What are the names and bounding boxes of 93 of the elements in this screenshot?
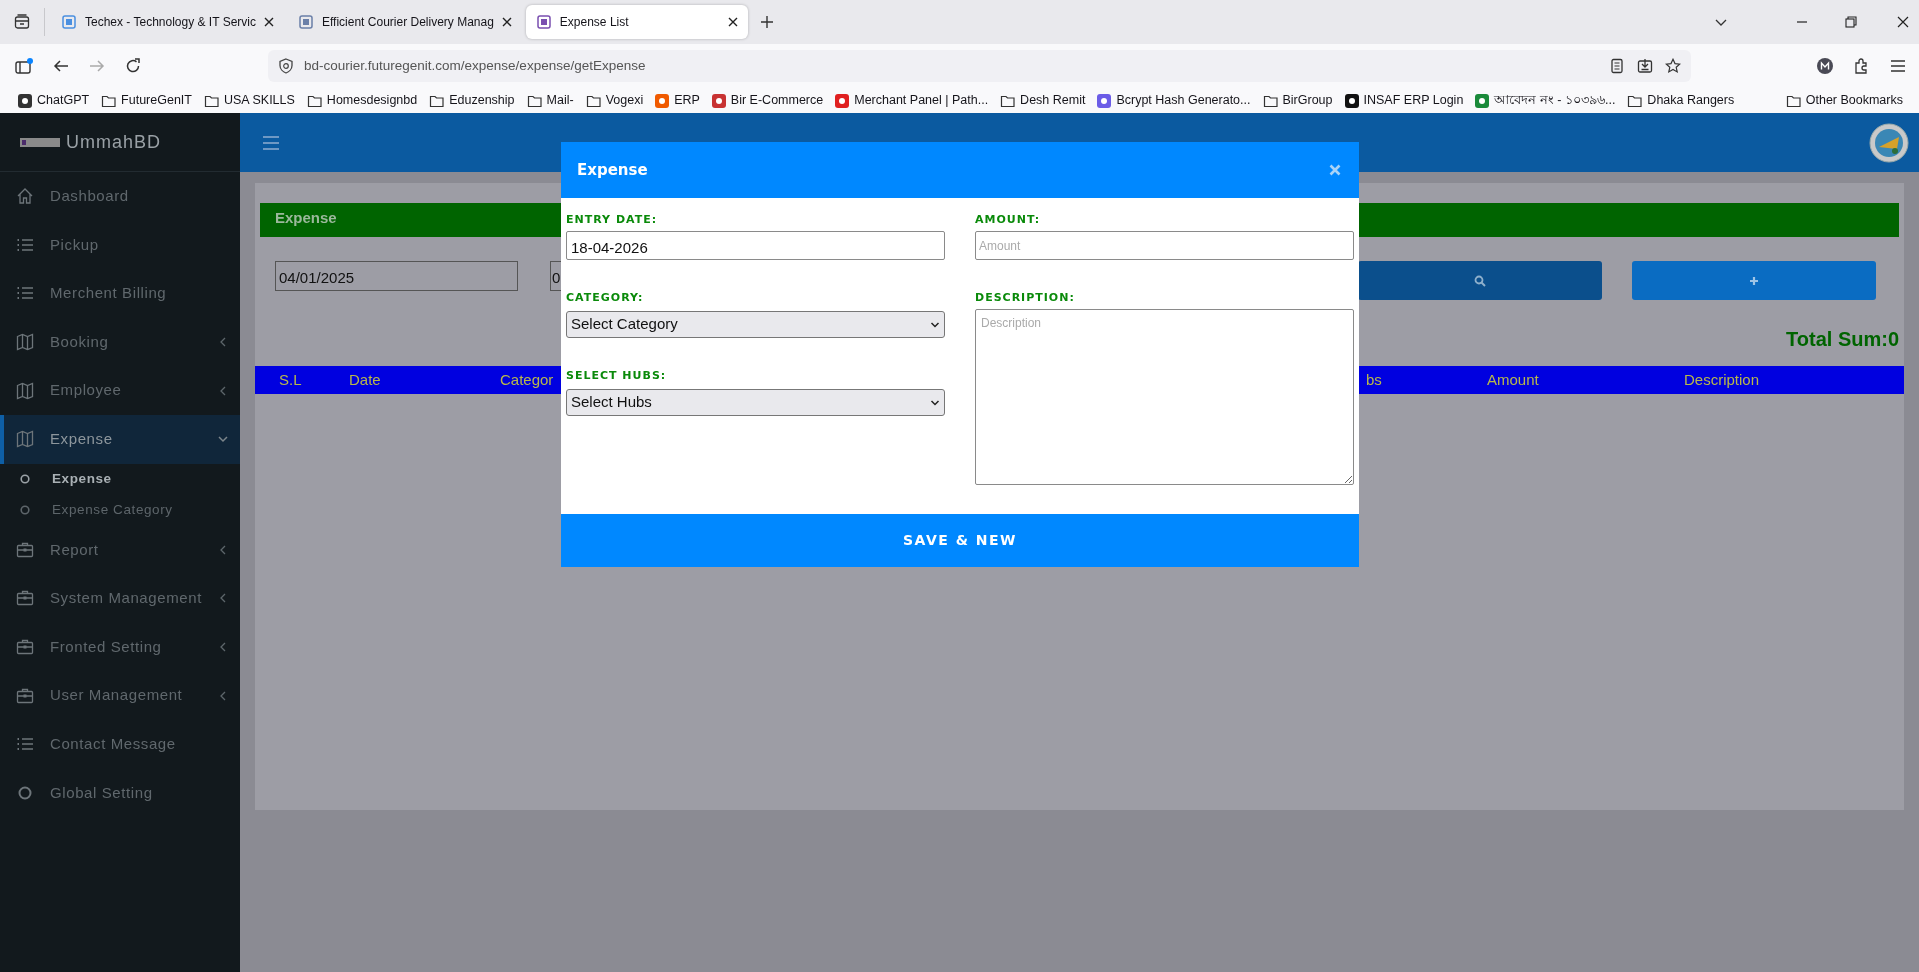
site-icon bbox=[535, 14, 552, 30]
bookmark[interactable]: Vogexi bbox=[579, 89, 650, 112]
folder-icon bbox=[1785, 93, 1801, 108]
restore-icon[interactable] bbox=[1845, 16, 1857, 28]
logo-icon bbox=[20, 137, 60, 147]
sidebar-icon[interactable] bbox=[15, 58, 33, 74]
bookmark[interactable]: Merchant Panel | Path... bbox=[829, 89, 995, 112]
shield-icon bbox=[278, 58, 294, 74]
site-icon bbox=[61, 14, 77, 30]
column-header: S.L bbox=[279, 370, 302, 388]
modal-title: Expense bbox=[577, 159, 648, 181]
bookmark[interactable]: Other Bookmarks bbox=[1779, 89, 1909, 112]
briefcase-icon bbox=[16, 686, 34, 705]
submenu-item[interactable]: Expense bbox=[0, 463, 240, 495]
column-header: Categor bbox=[500, 370, 554, 388]
date-field[interactable]: 18-04-2026 bbox=[566, 231, 945, 260]
tab-title: Expense List bbox=[559, 14, 630, 31]
column-header: Description bbox=[1684, 370, 1760, 388]
folder-icon bbox=[1627, 93, 1643, 108]
browser-tab[interactable]: Efficient Courier Delivery Manag bbox=[288, 5, 522, 39]
amount-field[interactable]: Amount bbox=[975, 231, 1354, 260]
home-icon bbox=[16, 187, 34, 206]
bookmark[interactable]: INSAF ERP Login bbox=[1338, 89, 1470, 112]
tab-list-icon[interactable] bbox=[14, 14, 30, 30]
folder-icon bbox=[585, 93, 601, 108]
field-label: SELECT HUBS: bbox=[566, 368, 668, 384]
close-icon[interactable] bbox=[1897, 16, 1909, 28]
reader-view-icon[interactable] bbox=[1609, 58, 1625, 74]
map-icon bbox=[16, 430, 34, 449]
column-header: Date bbox=[349, 370, 381, 388]
bookmark[interactable]: Eduzenship bbox=[423, 89, 521, 112]
tab-title: Techex - Technology & IT Servic bbox=[85, 14, 256, 31]
site-icon bbox=[298, 14, 314, 30]
close-icon[interactable] bbox=[501, 17, 512, 27]
back-icon[interactable] bbox=[53, 58, 69, 74]
bookmark[interactable]: FutureGenIT bbox=[95, 89, 198, 112]
description-field[interactable]: Description bbox=[975, 309, 1354, 485]
briefcase-icon bbox=[16, 638, 34, 657]
reload-icon[interactable] bbox=[125, 58, 141, 74]
search-icon bbox=[1474, 274, 1486, 287]
select-field[interactable]: Select Category bbox=[566, 311, 945, 338]
field-label: AMOUNT: bbox=[975, 212, 1042, 228]
sidebar-item[interactable]: Expense bbox=[0, 414, 240, 464]
briefcase-icon bbox=[16, 589, 34, 608]
folder-icon bbox=[306, 93, 322, 108]
folder-icon bbox=[526, 93, 542, 108]
browser-tab[interactable]: Techex - Technology & IT Servic bbox=[51, 5, 284, 39]
account-icon[interactable] bbox=[1817, 58, 1833, 74]
circle-icon bbox=[20, 474, 30, 485]
field-label: ENTRY DATE: bbox=[566, 212, 659, 228]
bookmark[interactable]: Bcrypt Hash Generato... bbox=[1091, 89, 1257, 112]
bookmark[interactable]: Desh Remit bbox=[994, 89, 1092, 112]
browser-tab[interactable]: Expense List bbox=[525, 5, 748, 39]
date-field[interactable]: 04/01/2025 bbox=[275, 261, 518, 291]
bookmark[interactable]: USA SKILLS bbox=[198, 89, 301, 112]
extensions-icon[interactable] bbox=[1853, 58, 1869, 74]
address-bar[interactable]: bd-courier.futuregenit.com/expense/expense/getExpense bbox=[268, 50, 1691, 82]
save-and-new-button[interactable]: SAVE & NEW bbox=[561, 514, 1359, 567]
map-icon bbox=[16, 381, 34, 400]
bookmark[interactable]: ERP bbox=[649, 89, 706, 112]
close-icon[interactable] bbox=[727, 17, 738, 27]
folder-icon bbox=[101, 93, 117, 108]
circle-icon bbox=[20, 505, 30, 516]
avatar-icon[interactable] bbox=[1869, 122, 1909, 163]
close-icon[interactable] bbox=[264, 17, 274, 27]
menu-icon[interactable] bbox=[1890, 59, 1906, 73]
bookmark[interactable]: আবেদন নং - ১০৩৯৬... bbox=[1469, 89, 1622, 112]
field-label: CATEGORY: bbox=[566, 290, 645, 306]
bookmark[interactable]: ChatGPT bbox=[12, 89, 96, 112]
bookmark[interactable]: BirGroup bbox=[1256, 89, 1339, 112]
map-icon bbox=[16, 333, 34, 352]
folder-icon bbox=[1000, 93, 1016, 108]
folder-icon bbox=[1262, 93, 1278, 108]
bookmark[interactable]: Mail- bbox=[520, 89, 580, 112]
total-sum: Total Sum:0 bbox=[1786, 327, 1899, 352]
field-label: DESCRIPTION: bbox=[975, 290, 1076, 306]
new-tab-icon[interactable] bbox=[759, 15, 774, 29]
column-header: bs bbox=[1366, 370, 1382, 388]
column-header: Amount bbox=[1487, 370, 1539, 388]
bookmark[interactable]: Homesdesignbd bbox=[300, 89, 424, 112]
star-icon[interactable] bbox=[1665, 58, 1681, 74]
plus-icon bbox=[1749, 275, 1759, 286]
briefcase-icon bbox=[16, 540, 34, 559]
select-field[interactable]: Select Hubs bbox=[566, 389, 945, 416]
forward-icon bbox=[89, 58, 105, 74]
brand-name: UmmahBD bbox=[66, 130, 161, 154]
url-text: bd-courier.futuregenit.com/expense/expense/getExpense bbox=[304, 56, 646, 75]
folder-icon bbox=[204, 93, 219, 108]
folder-icon bbox=[429, 93, 445, 108]
download-icon[interactable] bbox=[1637, 58, 1653, 74]
bookmark[interactable]: Dhaka Rangers bbox=[1621, 89, 1741, 112]
bookmark[interactable]: Bir E-Commerce bbox=[705, 89, 830, 112]
tab-title: Efficient Courier Delivery Manag bbox=[322, 14, 494, 31]
